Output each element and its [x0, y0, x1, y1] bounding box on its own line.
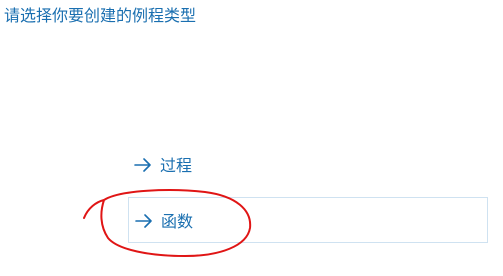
option-procedure[interactable]: 过程	[128, 148, 488, 180]
option-function[interactable]: 函数	[128, 197, 488, 243]
arrow-right-icon	[135, 213, 153, 228]
option-function-label: 函数	[161, 212, 194, 231]
arrow-right-icon	[134, 157, 152, 172]
prompt-text: 请选择你要创建的例程类型	[4, 6, 197, 25]
option-procedure-label: 过程	[160, 156, 193, 175]
